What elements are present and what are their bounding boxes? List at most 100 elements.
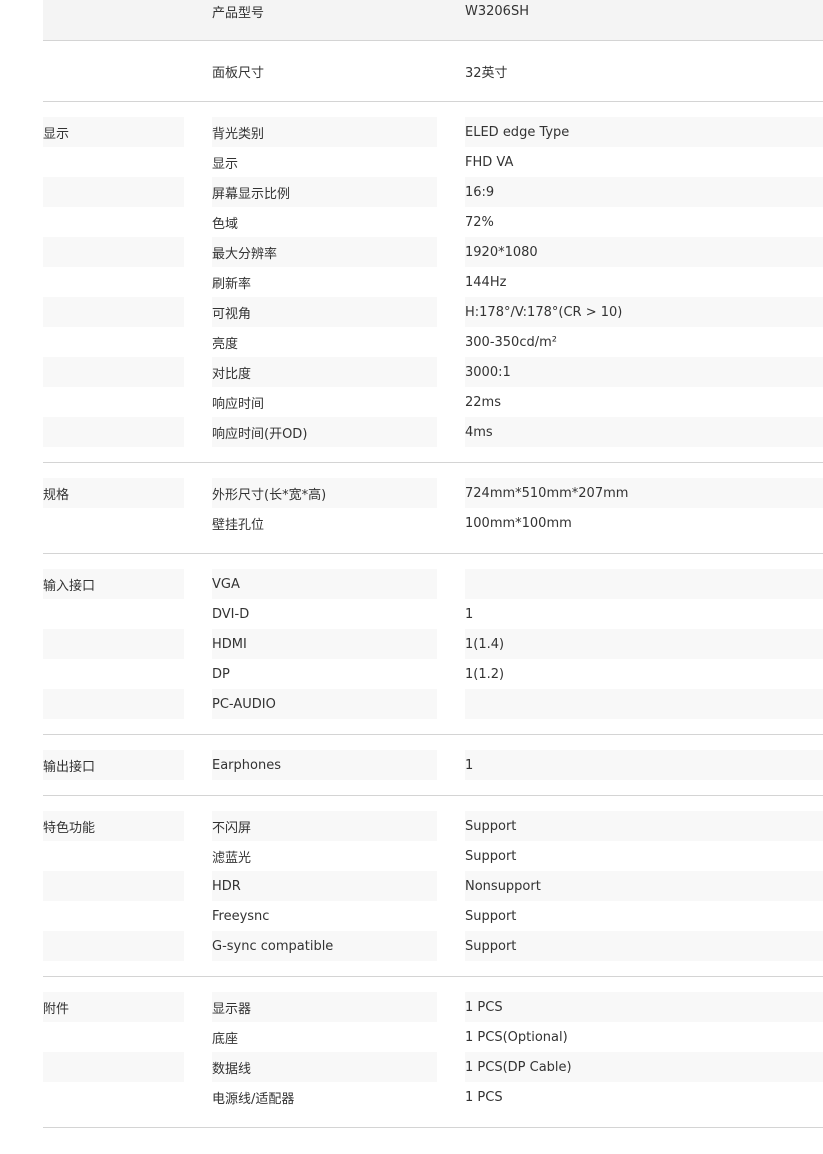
spec-row: 响应时间(开OD) 4ms [43, 417, 823, 447]
spec-name: 显示 [212, 156, 239, 172]
spec-value: 100mm*100mm [465, 515, 572, 531]
spec-name: 响应时间 [212, 396, 265, 412]
spec-section: 输出接口 Earphones 1 [43, 735, 823, 796]
spec-row: G-sync compatible Support [43, 931, 823, 961]
spec-row: 可视角 H:178°/V:178°(CR > 10) [43, 297, 823, 327]
spec-row: 显示 FHD VA [43, 147, 823, 177]
spec-row: 面板尺寸 32英寸 [43, 41, 823, 101]
spec-value: ELED edge Type [465, 117, 823, 147]
spec-row: 输出接口 Earphones 1 [43, 750, 823, 780]
spec-value: 1(1.2) [465, 666, 505, 682]
spec-row: DVI-D 1 [43, 599, 823, 629]
section-label [43, 267, 184, 297]
spec-row: 响应时间 22ms [43, 387, 823, 417]
spec-name: HDMI [212, 629, 437, 659]
spec-row: 亮度 300-350cd/m² [43, 327, 823, 357]
spec-value: 1920*1080 [465, 237, 823, 267]
section-label [43, 0, 184, 22]
spec-value [465, 689, 823, 719]
spec-row: DP 1(1.2) [43, 659, 823, 689]
spec-name: Earphones [212, 750, 437, 780]
spec-value: 16:9 [465, 177, 823, 207]
section-label [43, 237, 184, 267]
spec-row: PC-AUDIO [43, 689, 823, 719]
spec-value: 72% [465, 214, 494, 230]
section-label [43, 901, 184, 931]
spec-name: DVI-D [212, 606, 250, 622]
spec-row: 规格 外形尺寸(长*宽*高) 724mm*510mm*207mm [43, 478, 823, 508]
spec-name: 滤蓝光 [212, 850, 252, 866]
spec-row: HDR Nonsupport [43, 871, 823, 901]
spec-row: 特色功能 不闪屏 Support [43, 811, 823, 841]
spec-row: 色域 72% [43, 207, 823, 237]
section-label [43, 297, 184, 327]
spec-row: 刷新率 144Hz [43, 267, 823, 297]
spec-name: PC-AUDIO [212, 689, 437, 719]
spec-value: Support [465, 811, 823, 841]
section-label [43, 1052, 184, 1082]
spec-name: 产品型号 [212, 5, 265, 21]
spec-name: 色域 [212, 216, 239, 232]
spec-value: Nonsupport [465, 871, 823, 901]
spec-section: 产品型号 W3206SH [43, 0, 823, 41]
spec-row: 显示 背光类别 ELED edge Type [43, 117, 823, 147]
spec-name: 屏幕显示比例 [212, 177, 437, 207]
section-label [43, 508, 184, 538]
spec-section: 特色功能 不闪屏 Support 滤蓝光 Support HDR Nonsupport Fre… [43, 796, 823, 977]
spec-row: 对比度 3000:1 [43, 357, 823, 387]
spec-value: 1 [465, 750, 823, 780]
section-label [43, 931, 184, 961]
spec-value: 724mm*510mm*207mm [465, 478, 823, 508]
spec-name: 显示器 [212, 992, 437, 1022]
section-label [43, 207, 184, 237]
spec-value: Support [465, 908, 517, 924]
spec-value: 300-350cd/m² [465, 334, 557, 350]
spec-name: 刷新率 [212, 276, 252, 292]
spec-name: 外形尺寸(长*宽*高) [212, 478, 437, 508]
spec-name: 亮度 [212, 336, 239, 352]
spec-row: 屏幕显示比例 16:9 [43, 177, 823, 207]
spec-name: 响应时间(开OD) [212, 417, 437, 447]
spec-name: 背光类别 [212, 117, 437, 147]
section-label [43, 177, 184, 207]
spec-row: 最大分辨率 1920*1080 [43, 237, 823, 267]
section-label [43, 147, 184, 177]
section-label: 附件 [43, 992, 184, 1022]
spec-name: G-sync compatible [212, 931, 437, 961]
spec-value: 1 PCS [465, 992, 823, 1022]
spec-name: 数据线 [212, 1052, 437, 1082]
spec-name: 底座 [212, 1031, 239, 1047]
spec-section: 显示 背光类别 ELED edge Type 显示 FHD VA 屏幕显示比例 16:9 色域… [43, 102, 823, 463]
spec-name: HDR [212, 871, 437, 901]
section-label [43, 689, 184, 719]
spec-section: 附件 显示器 1 PCS 底座 1 PCS(Optional) 数据线 1 PCS(DP C… [43, 977, 823, 1128]
section-label: 特色功能 [43, 811, 184, 841]
section-label: 输入接口 [43, 569, 184, 599]
spec-value [465, 569, 823, 599]
section-label [43, 629, 184, 659]
section-label [43, 841, 184, 871]
spec-name: 面板尺寸 [212, 65, 265, 81]
spec-name: 对比度 [212, 357, 437, 387]
spec-name: 可视角 [212, 297, 437, 327]
spec-value: 144Hz [465, 274, 507, 290]
spec-row: 附件 显示器 1 PCS [43, 992, 823, 1022]
section-label: 显示 [43, 117, 184, 147]
spec-name: 壁挂孔位 [212, 517, 265, 533]
spec-name: VGA [212, 569, 437, 599]
spec-value: 3000:1 [465, 357, 823, 387]
spec-table: 产品型号 W3206SH 面板尺寸 32英寸 显示 背光类别 ELED edge Type 显… [43, 0, 823, 1128]
section-label [43, 41, 184, 101]
spec-value: 22ms [465, 394, 501, 410]
spec-row: 产品型号 W3206SH [43, 0, 823, 22]
spec-value: 1 PCS [465, 1089, 503, 1105]
spec-value: 32英寸 [465, 65, 508, 81]
spec-value: 1(1.4) [465, 629, 823, 659]
spec-row: Freeysnc Support [43, 901, 823, 931]
spec-row: 数据线 1 PCS(DP Cable) [43, 1052, 823, 1082]
spec-section: 面板尺寸 32英寸 [43, 41, 823, 102]
spec-value: 1 PCS(Optional) [465, 1029, 568, 1045]
spec-value: H:178°/V:178°(CR > 10) [465, 297, 823, 327]
section-label [43, 871, 184, 901]
section-label [43, 387, 184, 417]
